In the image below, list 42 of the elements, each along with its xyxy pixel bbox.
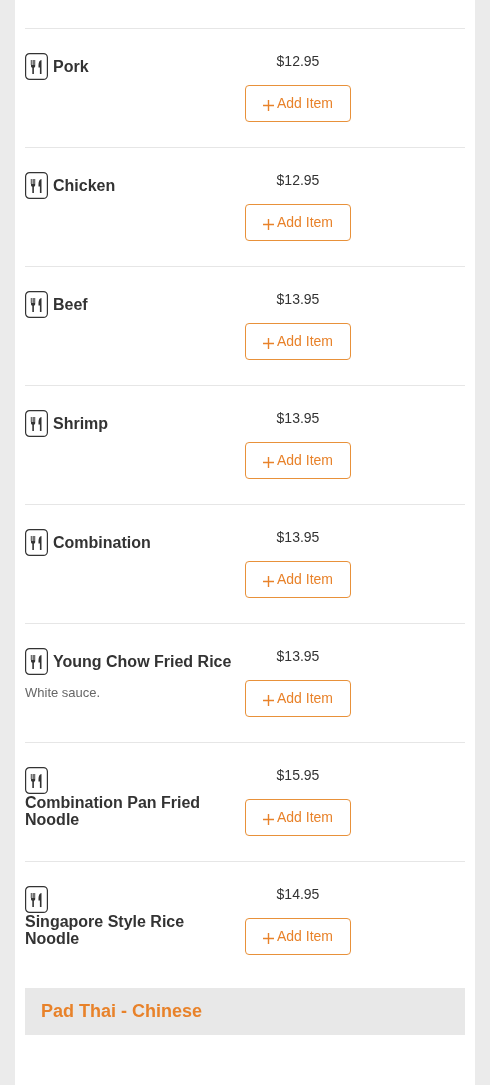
price: $14.95	[275, 885, 321, 904]
add-item-button[interactable]: Add Item	[245, 442, 351, 479]
dish-name: Combination	[53, 534, 151, 551]
utensils-icon	[25, 291, 48, 318]
add-item-button[interactable]: Add Item	[245, 918, 351, 955]
plus-icon	[263, 219, 274, 230]
price: $12.95	[275, 52, 321, 71]
plus-icon	[263, 933, 274, 944]
dish-name: Beef	[53, 296, 88, 313]
utensils-icon	[25, 172, 48, 199]
dish-name: Young Chow Fried Rice	[53, 653, 232, 670]
add-item-button[interactable]: Add Item	[245, 85, 351, 122]
utensils-icon	[25, 410, 48, 437]
dish-name: Shrimp	[53, 415, 109, 432]
add-item-button[interactable]: Add Item	[245, 204, 351, 241]
dish-name: Singapore Style Rice Noodle	[25, 913, 186, 947]
plus-icon	[263, 100, 274, 111]
plus-icon	[263, 338, 274, 349]
add-item-button[interactable]: Add Item	[245, 561, 351, 598]
utensils-icon	[25, 886, 48, 913]
price: $13.95	[275, 290, 321, 309]
add-item-button[interactable]: Add Item	[245, 323, 351, 360]
plus-icon	[263, 695, 274, 706]
price: $13.95	[275, 647, 321, 666]
dish-description: White sauce.	[25, 684, 102, 702]
plus-icon	[263, 457, 274, 468]
dish-name: Pork	[53, 58, 89, 75]
price: $13.95	[275, 409, 321, 428]
utensils-icon	[25, 53, 48, 80]
section-header: Pad Thai - Chinese	[25, 988, 465, 1035]
price: $13.95	[275, 528, 321, 547]
price: $15.95	[275, 766, 321, 785]
price: $12.95	[275, 171, 321, 190]
add-item-button[interactable]: Add Item	[245, 799, 351, 836]
plus-icon	[263, 814, 274, 825]
dish-name: Combination Pan Fried Noodle	[25, 794, 202, 828]
utensils-icon	[25, 767, 48, 794]
utensils-icon	[25, 648, 48, 675]
utensils-icon	[25, 529, 48, 556]
plus-icon	[263, 576, 274, 587]
dish-name: Chicken	[53, 177, 116, 194]
add-item-button[interactable]: Add Item	[245, 680, 351, 717]
